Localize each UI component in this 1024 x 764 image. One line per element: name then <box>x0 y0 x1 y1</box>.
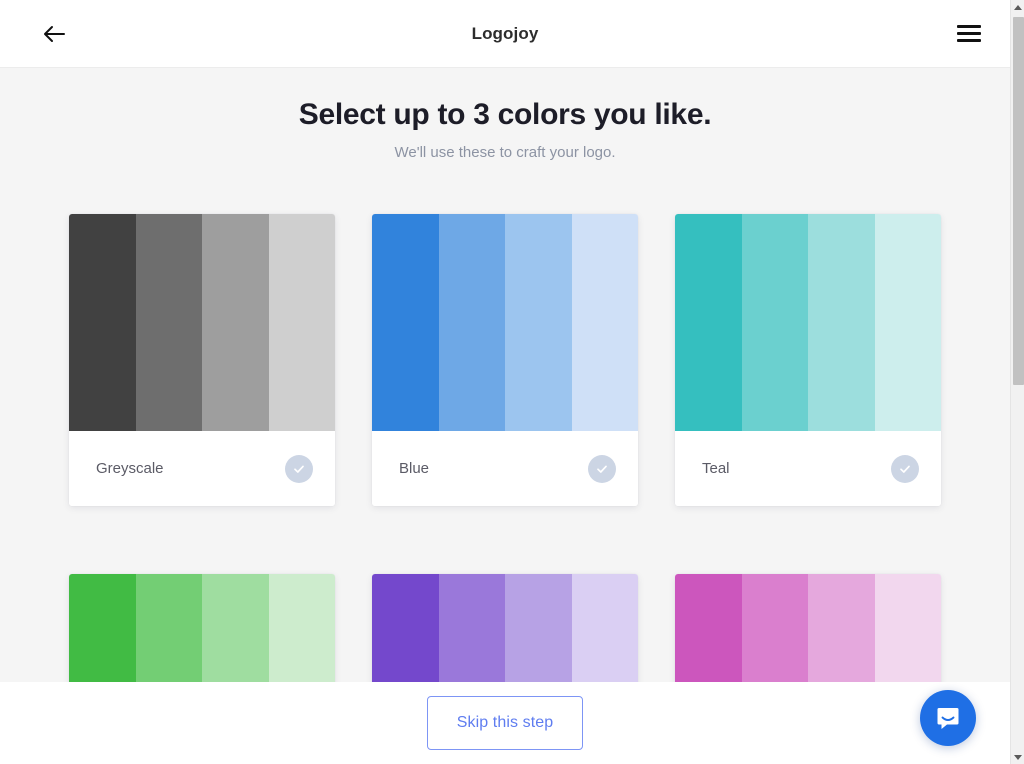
palette-swatch <box>675 214 742 431</box>
palette-name-label: Teal <box>702 460 730 477</box>
check-circle-icon <box>294 465 304 473</box>
arrow-left-icon <box>44 25 65 42</box>
hamburger-line-3 <box>957 39 981 42</box>
hamburger-line-2 <box>957 32 981 35</box>
palette-swatch <box>69 214 136 431</box>
palette-swatch <box>874 214 941 431</box>
chat-bubble-icon <box>937 708 959 729</box>
palette-swatch <box>372 214 439 431</box>
palette-card[interactable]: Teal <box>675 214 941 506</box>
skip-this-step-button[interactable]: Skip this step <box>427 696 583 750</box>
page-subtitle: We'll use these to craft your logo. <box>394 144 616 161</box>
back-button[interactable] <box>36 16 72 52</box>
palette-card-footer: Greyscale <box>69 431 335 506</box>
palette-swatch <box>571 214 638 431</box>
palette-swatch <box>741 214 808 431</box>
scroll-up-arrow-icon <box>1014 4 1022 10</box>
palette-card-footer: Teal <box>675 431 941 506</box>
browser-scrollbar[interactable] <box>1010 0 1024 764</box>
page-title: Select up to 3 colors you like. <box>298 98 712 131</box>
palette-select-check-button[interactable] <box>285 454 313 483</box>
palette-card[interactable]: Greyscale <box>69 214 335 506</box>
palette-swatch <box>505 214 572 431</box>
palette-select-check-button[interactable] <box>891 454 919 483</box>
palette-name-label: Greyscale <box>96 460 164 477</box>
check-circle-icon <box>900 465 910 473</box>
scrollbar-up-arrow[interactable] <box>1011 0 1024 14</box>
palette-swatch <box>808 214 875 431</box>
hamburger-menu-button[interactable] <box>952 17 986 51</box>
palette-swatch-strip <box>69 214 335 431</box>
palette-swatch-strip <box>372 214 638 431</box>
logojoy-color-picker-screen: Logojoy Select up to 3 colors you like. … <box>0 0 1024 764</box>
intercom-chat-launcher-button[interactable] <box>920 690 976 746</box>
scroll-down-arrow-icon <box>1014 754 1022 760</box>
page-content: Select up to 3 colors you like. We'll us… <box>0 68 1010 764</box>
scrollbar-down-arrow[interactable] <box>1011 750 1024 764</box>
palette-select-check-button[interactable] <box>588 454 616 483</box>
palette-card-footer: Blue <box>372 431 638 506</box>
palette-swatch <box>202 214 269 431</box>
palette-swatch <box>135 214 202 431</box>
palette-swatch <box>268 214 335 431</box>
footer-action-bar: Skip this step <box>0 682 1010 764</box>
palette-name-label: Blue <box>399 460 430 477</box>
app-title: Logojoy <box>471 23 539 43</box>
scrollbar-thumb[interactable] <box>1013 17 1024 385</box>
palette-swatch-strip <box>675 214 941 431</box>
hamburger-line-1 <box>957 25 981 28</box>
app-header: Logojoy <box>0 0 1010 68</box>
palette-card[interactable]: Blue <box>372 214 638 506</box>
palette-swatch <box>438 214 505 431</box>
page-viewport: Logojoy Select up to 3 colors you like. … <box>0 0 1010 764</box>
check-circle-icon <box>597 465 607 473</box>
